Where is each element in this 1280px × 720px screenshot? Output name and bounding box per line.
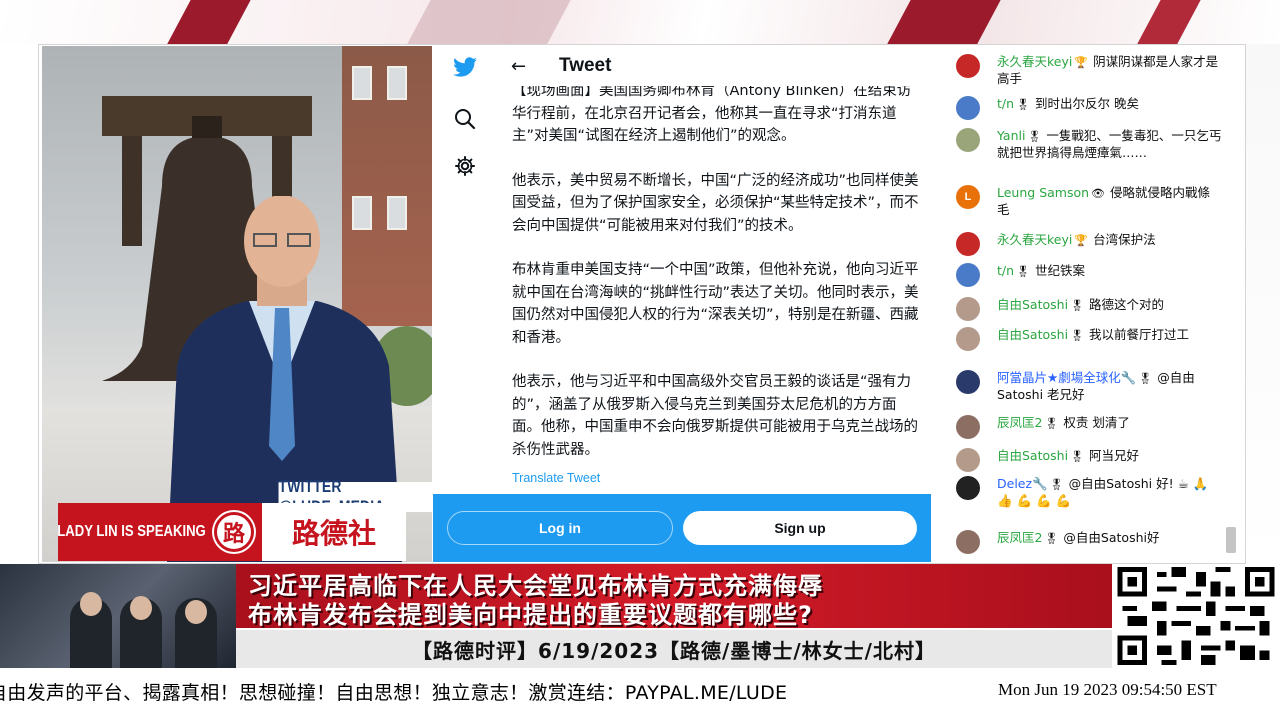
video-feed: TWITTER @LUDE_MEDIA <box>42 46 432 562</box>
chat-text: 路德这个对的 <box>1089 297 1165 312</box>
chat-author[interactable]: Yanli <box>997 128 1025 143</box>
chat-message: 阿當晶片★劇場全球化🔧 🎖 @自由Satoshi 老兄好 <box>956 370 1226 403</box>
chat-author[interactable]: Delez🔧 <box>997 476 1048 491</box>
program-title: 【路德时评】6/19/2023【路德/墨博士/林女士/北村】 <box>236 630 1112 668</box>
tweet-body: 【现场画面】美国国务卿布林肯（Antony Blinken）在结束访华行程前，在… <box>512 80 922 490</box>
back-arrow-icon[interactable]: ← <box>511 56 541 77</box>
twitter-sidebar <box>433 46 495 562</box>
badge-icon: 👁 <box>1091 187 1106 200</box>
avatar <box>956 530 980 554</box>
chat-author[interactable]: 自由Satoshi <box>997 448 1068 463</box>
program-thumbnail <box>0 564 236 668</box>
chat-author[interactable]: Leung Samson <box>997 185 1089 200</box>
chat-author[interactable]: t/n <box>997 96 1014 111</box>
chat-text: 到时出尔反尔 晚矣 <box>1035 96 1139 111</box>
badge-icon: 🎖 <box>1016 98 1031 111</box>
chat-message: L Leung Samson 👁 侵略就侵略内戰條毛 <box>956 185 1226 218</box>
avatar: L <box>956 185 980 209</box>
avatar <box>956 232 980 256</box>
headline-line-2: 布林肯发布会提到美向中提出的重要议题都有哪些? <box>248 601 813 629</box>
avatar <box>956 448 980 472</box>
badge-icon: 🎖 <box>1138 372 1153 385</box>
chat-text: 世纪铁案 <box>1035 263 1086 278</box>
avatar <box>956 476 980 500</box>
channel-name: 路德社 <box>291 517 376 550</box>
chat-text: 阿当兄好 <box>1089 448 1140 463</box>
chat-author[interactable]: 自由Satoshi <box>997 297 1068 312</box>
chat-message: 自由Satoshi 🎖 我以前餐厅打过工 <box>956 327 1226 351</box>
chat-text: @自由Satoshi好 <box>1063 530 1160 545</box>
avatar <box>956 54 980 78</box>
badge-icon: 🎖 <box>1016 265 1031 278</box>
tweet-header-title: Tweet <box>559 55 612 76</box>
live-chat-panel: 永久春天keyi 🏆 阴谋阴谋都是人家才是高手 t/n 🎖 到时出尔反尔 晚矣 Yanl… <box>934 46 1244 562</box>
tweet-header: ← Tweet <box>495 46 931 86</box>
lower-banner: 习近平居高临下在人民大会堂见布林肯方式充满侮辱 布林肯发布会提到美向中提出的重要… <box>0 564 1280 676</box>
chat-message: t/n 🎖 世纪铁案 <box>956 263 1226 287</box>
badge-icon: 🎖 <box>1027 130 1042 143</box>
chat-author[interactable]: 永久春天keyi <box>997 232 1072 247</box>
lude-logo-icon: 路 <box>214 512 254 552</box>
badge-icon: 🎖 <box>1070 450 1085 463</box>
chat-text: 我以前餐厅打过工 <box>1089 327 1190 342</box>
badge-icon: 🏆 <box>1074 234 1089 247</box>
twitter-panel: ← Tweet 【现场画面】美国国务卿布林肯（Antony Blinken）在结… <box>433 46 931 562</box>
badge-icon: 🎖 <box>1049 478 1064 491</box>
twitter-bird-icon[interactable] <box>451 54 479 82</box>
chat-message: 永久春天keyi 🏆 阴谋阴谋都是人家才是高手 <box>956 54 1226 87</box>
tweet-paragraph: 布林肯重申美国支持“一个中国”政策，但他补充说，他向习近平就中国在台湾海峡的“挑… <box>512 262 919 346</box>
lude-logo-block: 路 <box>206 503 262 561</box>
chat-message: 辰凤匡2 🎖 @自由Satoshi好 <box>956 530 1226 554</box>
chat-message: 辰凤匡2 🎖 权责 划清了 <box>956 415 1226 439</box>
signup-button[interactable]: Sign up <box>683 511 917 545</box>
background-top <box>0 0 1280 44</box>
avatar <box>956 415 980 439</box>
chat-text: 权责 划清了 <box>1063 415 1130 430</box>
chat-message: 永久春天keyi 🏆 台湾保护法 <box>956 232 1226 256</box>
ticker-text: 自由发声的平台、揭露真相！思想碰撞！自由思想！独立意志！激赏连结：PAYPAL.… <box>0 682 788 704</box>
chat-message: 自由Satoshi 🎖 路德这个对的 <box>956 297 1226 321</box>
qr-code-icon <box>1112 564 1280 668</box>
badge-icon: 🎖 <box>1044 532 1059 545</box>
tweet-paragraph: 他表示，他与习近平和中国高级外交官员王毅的谈话是“强有力的”，涵盖了从俄罗斯入侵… <box>512 374 918 458</box>
avatar <box>956 128 980 152</box>
timestamp: Mon Jun 19 2023 09:54:50 EST <box>998 680 1217 699</box>
chat-author[interactable]: 辰凤匡2 <box>997 415 1042 430</box>
speaker-label: LADY LIN IS SPEAKING <box>58 503 206 561</box>
badge-icon: 🎖 <box>1070 329 1085 342</box>
badge-icon: 🎖 <box>1070 299 1085 312</box>
tweet-paragraph: 他表示，美中贸易不断增长，中国“广泛的经济成功”也同样使美国受益，但为了保护国家… <box>512 172 919 234</box>
chat-message: Delez🔧 🎖 @自由Satoshi 好! ☕ 🙏 👍 💪 💪 💪 <box>956 476 1226 509</box>
chat-text: 台湾保护法 <box>1093 232 1156 247</box>
chat-author[interactable]: 辰凤匡2 <box>997 530 1042 545</box>
chat-author[interactable]: t/n <box>997 263 1014 278</box>
background-right <box>1244 44 1280 564</box>
tweet-paragraph: 【现场画面】美国国务卿布林肯（Antony Blinken）在结束访华行程前，在… <box>512 83 912 144</box>
avatar <box>956 96 980 120</box>
chat-message: t/n 🎖 到时出尔反尔 晚矣 <box>956 96 1226 120</box>
login-prompt-bar: Log in Sign up <box>433 494 931 562</box>
avatar <box>956 327 980 351</box>
avatar <box>956 263 980 287</box>
login-button[interactable]: Log in <box>447 511 673 545</box>
badge-icon: 🎖 <box>1044 417 1059 430</box>
avatar <box>956 370 980 394</box>
chat-author[interactable]: 永久春天keyi <box>997 54 1072 69</box>
speaker-lower-third: LADY LIN IS SPEAKING 路 路德社 <box>58 503 406 561</box>
search-icon[interactable] <box>451 105 479 133</box>
chat-author[interactable]: 自由Satoshi <box>997 327 1068 342</box>
chat-scrollbar[interactable] <box>1226 527 1236 553</box>
avatar <box>956 297 980 321</box>
badge-icon: 🏆 <box>1074 56 1089 69</box>
news-ticker: 自由发声的平台、揭露真相！思想碰撞！自由思想！独立意志！激赏连结：PAYPAL.… <box>0 676 1280 706</box>
gear-icon[interactable] <box>451 152 479 180</box>
chat-author[interactable]: 阿當晶片★劇場全球化🔧 <box>997 370 1136 385</box>
chat-message: 自由Satoshi 🎖 阿当兄好 <box>956 448 1226 472</box>
translate-tweet-link[interactable]: Translate Tweet <box>512 467 922 490</box>
chat-message: Yanli 🎖 一隻戰犯、一隻毒犯、一只乞丐就把世界搞得鳥煙瘴氣…… <box>956 128 1226 161</box>
